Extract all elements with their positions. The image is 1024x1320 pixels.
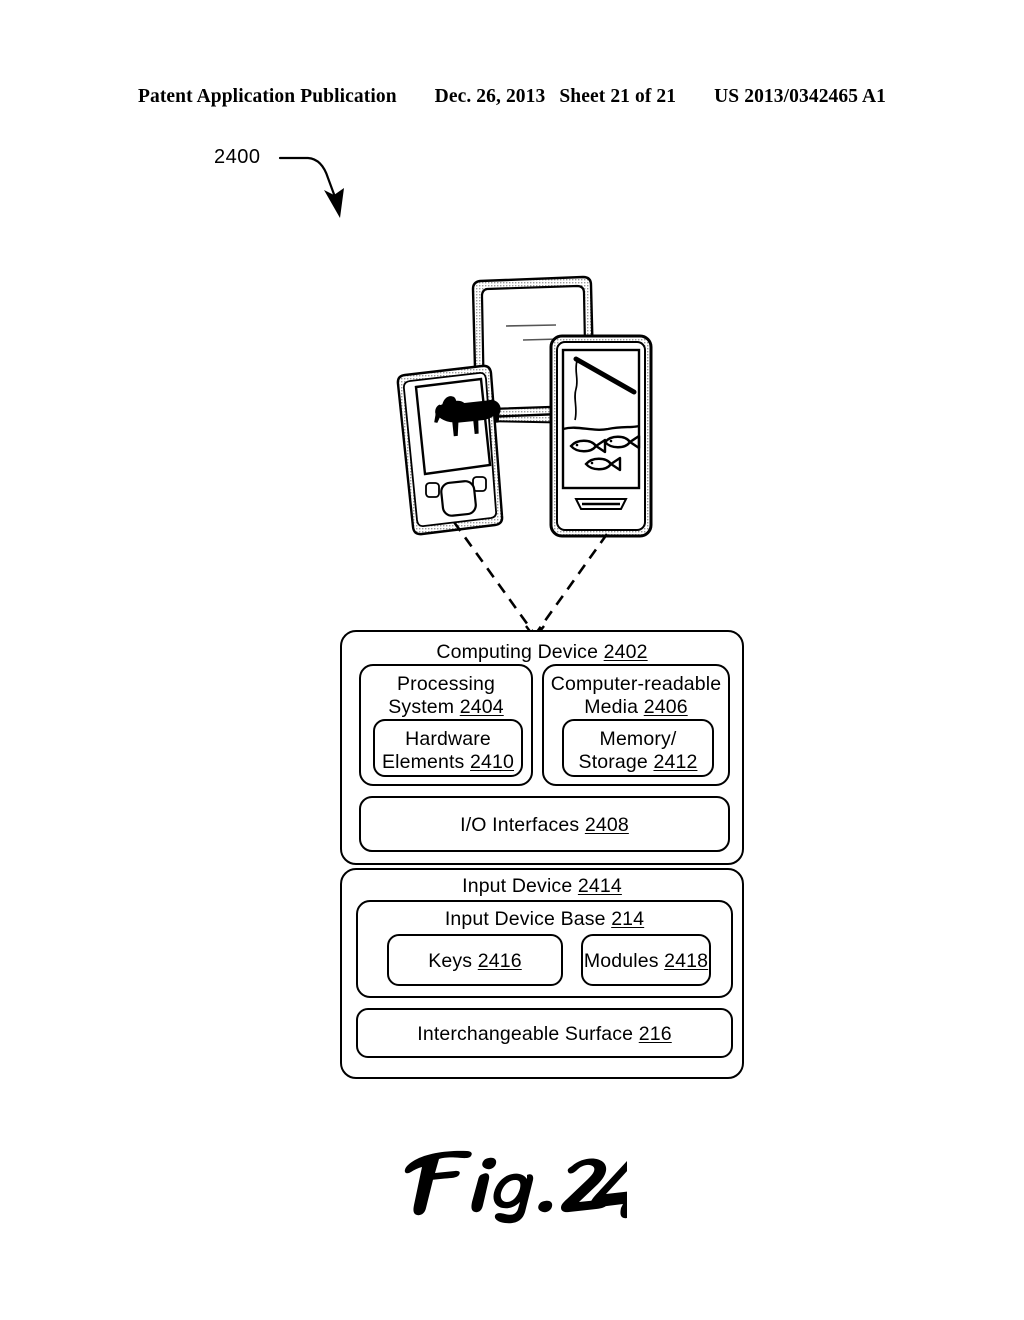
ref-214: 214	[611, 908, 645, 930]
computer-readable-media-block: Computer-readable Media 2406 Memory/ Sto…	[542, 664, 730, 786]
hardware-elements-block: Hardware Elements 2410	[373, 719, 523, 777]
media-player-dpad	[440, 480, 477, 517]
interchangeable-surface-block: Interchangeable Surface 216	[356, 1008, 733, 1058]
io-interfaces-block: I/O Interfaces 2408	[359, 796, 730, 852]
input-device-base-block: Input Device Base 214 Keys 2416 Modules …	[356, 900, 733, 998]
header-date-text: Dec. 26, 2013	[434, 86, 546, 107]
ref-2402: 2402	[603, 641, 648, 663]
memory-storage-block: Memory/ Storage 2412	[562, 719, 714, 777]
ref-2414: 2414	[577, 875, 622, 897]
memory-storage-label: Memory/ Storage 2412	[578, 728, 698, 773]
ref-2416: 2416	[477, 950, 522, 972]
leader-arrow-icon	[278, 156, 344, 218]
header-sheet-text: Sheet 21 of 21	[559, 86, 677, 107]
ref-2418: 2418	[664, 950, 709, 972]
computer-readable-media-label: Computer-readable Media 2406	[550, 673, 722, 718]
header-patent-number: US 2013/0342465 A1	[714, 86, 887, 107]
modules-block: Modules 2418	[581, 934, 711, 986]
ref-2412: 2412	[653, 750, 698, 773]
media-player-device	[396, 364, 504, 536]
interchangeable-surface-label: Interchangeable Surface 216	[417, 1023, 672, 1045]
ref-2410: 2410	[470, 750, 515, 773]
mobile-phone-device	[549, 334, 653, 538]
processing-system-block: Processing System 2404 Hardware Elements…	[359, 664, 533, 786]
figure-caption	[0, 1138, 1024, 1229]
dashed-connector-lines	[452, 521, 609, 638]
ref-2404: 2404	[459, 695, 504, 718]
computing-device-block: Computing Device 2402 Processing System …	[340, 630, 744, 865]
tablet-screen-line	[505, 324, 557, 327]
system-reference-label: 2400	[214, 146, 261, 168]
input-device-block: Input Device 2414 Input Device Base 214 …	[340, 868, 744, 1079]
device-illustration-group	[396, 275, 653, 538]
keys-label: Keys 2416	[428, 950, 522, 972]
header-publication-text: Patent Application Publication	[137, 86, 397, 107]
patent-header: Patent Application Publication Dec. 26, …	[0, 86, 1024, 114]
io-interfaces-label: I/O Interfaces 2408	[460, 814, 629, 836]
media-player-button-left	[425, 482, 440, 498]
keys-block: Keys 2416	[387, 934, 563, 986]
ref-2408: 2408	[584, 814, 629, 836]
figure-caption-script-icon	[404, 1150, 627, 1224]
computing-device-label: Computing Device 2402	[436, 641, 648, 663]
hardware-elements-label: Hardware Elements 2410	[381, 728, 515, 773]
input-device-label: Input Device 2414	[462, 875, 622, 897]
ref-216: 216	[638, 1023, 672, 1045]
modules-label: Modules 2418	[583, 950, 709, 972]
ref-2406: 2406	[643, 695, 688, 718]
input-device-base-label: Input Device Base 214	[444, 908, 645, 930]
processing-system-label: Processing System 2404	[388, 673, 504, 718]
